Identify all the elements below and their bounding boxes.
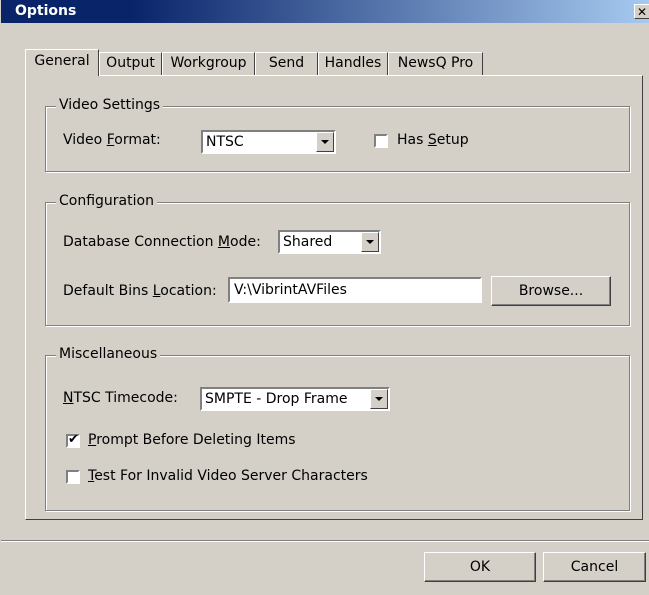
video-format-label: Video Format: [63, 132, 161, 148]
video-format-value: NTSC [206, 134, 244, 150]
prompt-before-deleting-checkbox[interactable]: ✔ [66, 432, 80, 448]
cancel-button[interactable]: Cancel [543, 552, 646, 582]
tab-workgroup[interactable]: Workgroup [162, 52, 255, 75]
test-invalid-characters-label[interactable]: Test For Invalid Video Server Characters [88, 468, 368, 484]
title-bar[interactable]: Options ✕ [1, 0, 649, 23]
close-icon[interactable]: ✕ [634, 4, 649, 19]
chevron-down-icon[interactable] [370, 389, 388, 409]
ntsc-timecode-label: NTSC Timecode: [63, 390, 178, 406]
chevron-down-icon[interactable] [361, 232, 379, 252]
tab-send[interactable]: Send [255, 52, 318, 75]
chevron-down-icon[interactable] [316, 132, 334, 152]
general-tab-panel: Video Settings Video Format: NTSC Has Se… [25, 75, 643, 520]
window-title: Options [15, 3, 77, 19]
has-setup-label[interactable]: Has Setup [397, 132, 469, 148]
tab-newsq-pro[interactable]: NewsQ Pro [388, 52, 483, 75]
has-setup-checkbox[interactable] [374, 134, 388, 148]
options-dialog: Options ✕ General Output Workgroup Send … [0, 0, 649, 595]
video-format-select[interactable]: NTSC [201, 130, 336, 154]
tab-handles[interactable]: Handles [318, 52, 388, 75]
browse-button[interactable]: Browse... [491, 276, 611, 306]
test-invalid-characters-checkbox[interactable] [66, 470, 80, 484]
configuration-group: Configuration Database Connection Mode: … [45, 193, 630, 326]
db-connection-mode-value: Shared [283, 234, 333, 250]
video-settings-legend: Video Settings [56, 97, 164, 113]
miscellaneous-legend: Miscellaneous [56, 346, 161, 362]
footer-divider [1, 540, 649, 542]
ntsc-timecode-select[interactable]: SMPTE - Drop Frame [200, 387, 390, 411]
configuration-legend: Configuration [56, 193, 157, 209]
default-bins-location-value: V:\VibrintAVFiles [234, 282, 347, 298]
db-connection-mode-select[interactable]: Shared [278, 230, 381, 254]
tab-general[interactable]: General [25, 49, 99, 76]
prompt-before-deleting-label[interactable]: Prompt Before Deleting Items [88, 432, 296, 448]
ntsc-timecode-value: SMPTE - Drop Frame [205, 391, 348, 407]
default-bins-location-label: Default Bins Location: [63, 283, 217, 299]
miscellaneous-group: Miscellaneous NTSC Timecode: SMPTE - Dro… [45, 346, 630, 511]
db-connection-mode-label: Database Connection Mode: [63, 234, 261, 250]
ok-button[interactable]: OK [424, 552, 536, 582]
video-settings-group: Video Settings Video Format: NTSC Has Se… [45, 97, 630, 172]
check-icon: ✔ [68, 432, 79, 447]
tab-output[interactable]: Output [99, 52, 162, 75]
default-bins-location-input[interactable]: V:\VibrintAVFiles [228, 277, 482, 303]
